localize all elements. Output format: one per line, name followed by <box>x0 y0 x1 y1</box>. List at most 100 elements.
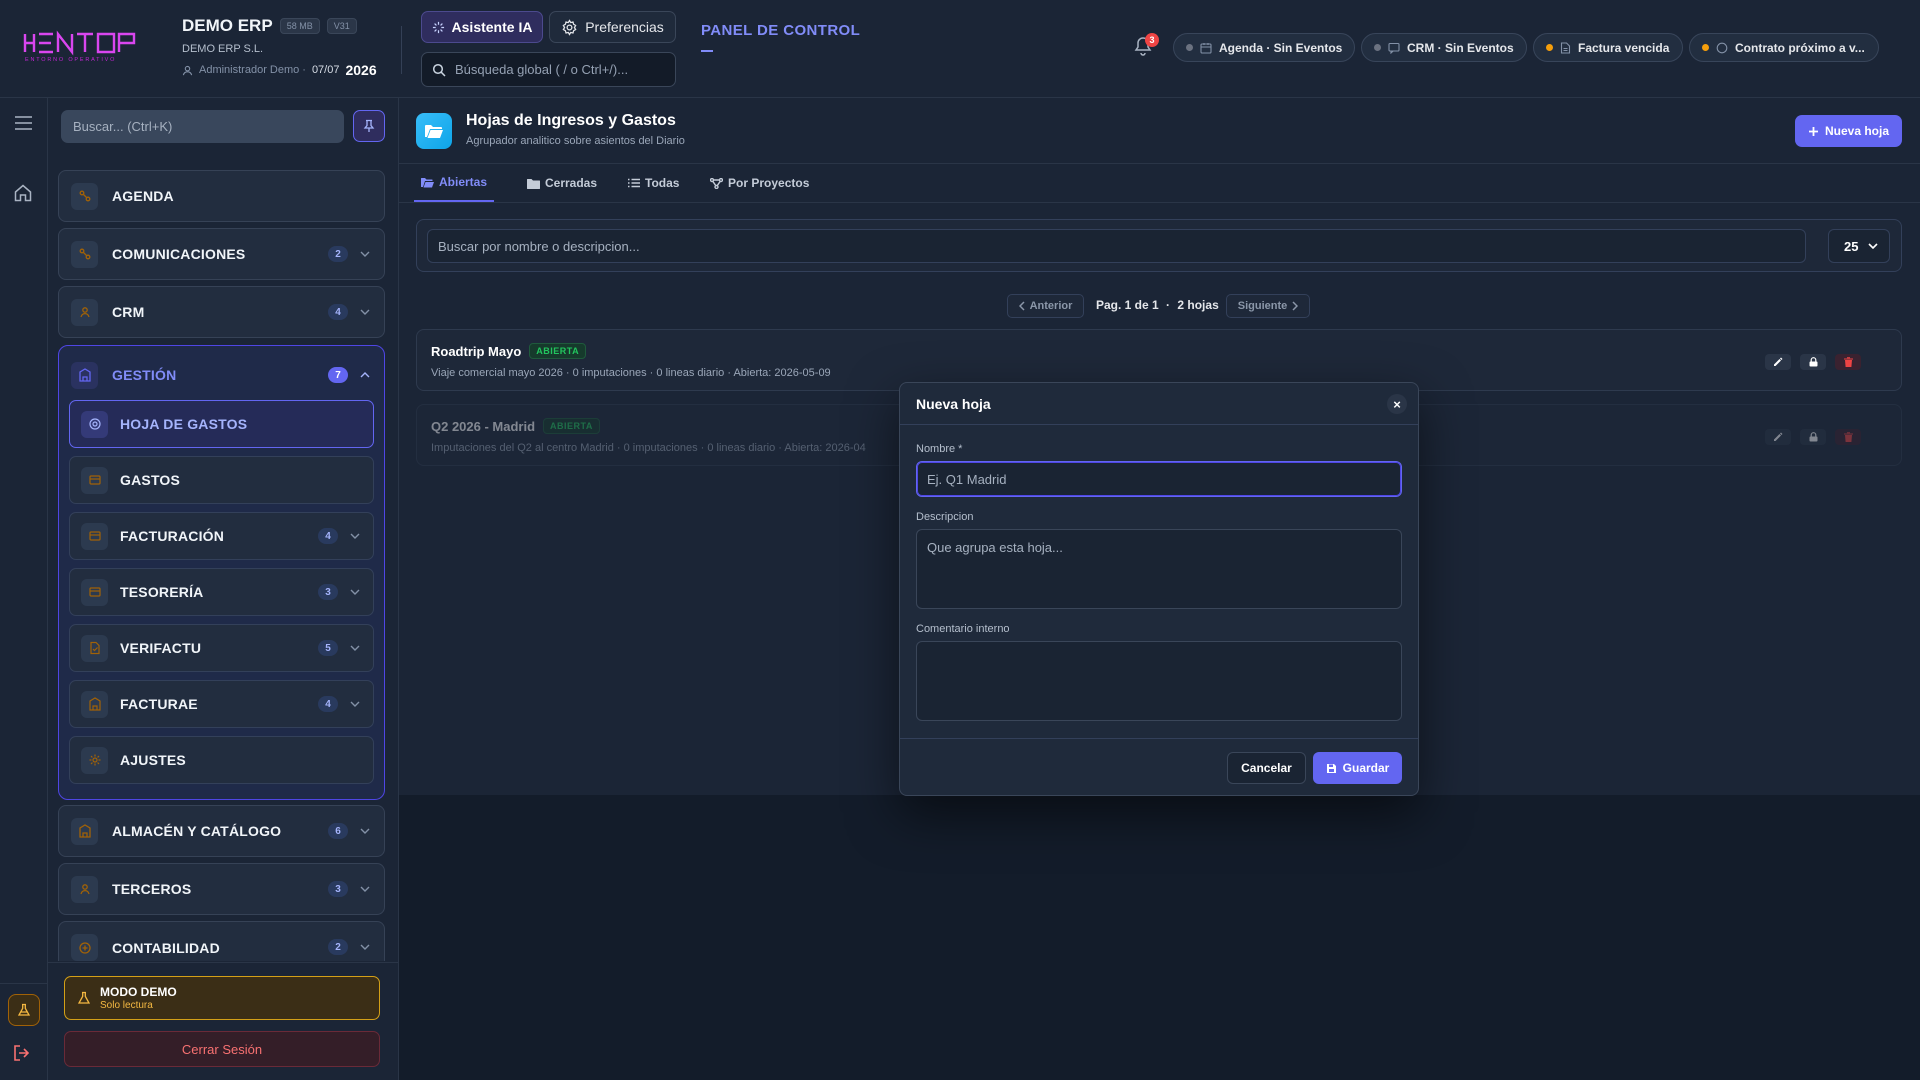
icon-rail <box>0 98 48 1080</box>
modal-close-button[interactable]: × <box>1387 394 1407 414</box>
sidebar-item-comunicaciones[interactable]: COMUNICACIONES 2 <box>58 228 385 280</box>
header-year[interactable]: 2026 <box>345 62 376 78</box>
filter-search-input[interactable] <box>427 229 1806 263</box>
trash-icon <box>1843 432 1853 442</box>
sidebar-subitem-facturacion[interactable]: FACTURACIÓN 4 <box>69 512 374 560</box>
logout-button[interactable]: Cerrar Sesión <box>64 1031 380 1067</box>
trash-icon <box>1843 357 1853 367</box>
sidebar-item-label: GESTIÓN <box>112 367 177 383</box>
sidebar-subitem-gastos[interactable]: GASTOS <box>69 456 374 504</box>
sidebar-item-almacen-catalogo[interactable]: ALMACÉN Y CATÁLOGO 6 <box>58 805 385 857</box>
sheet-description: Imputaciones del Q2 al centro Madrid · 0… <box>431 442 866 454</box>
crm-status-pill[interactable]: CRM · Sin Eventos <box>1361 33 1527 62</box>
app-title: DEMO ERP <box>182 16 273 35</box>
status-dot <box>1186 44 1193 51</box>
count-badge: 2 <box>328 246 348 262</box>
chevron-down-icon <box>358 828 372 834</box>
crm-status-label: CRM · Sin Eventos <box>1407 40 1514 55</box>
sidebar-subitem-tesoreria[interactable]: TESORERÍA 3 <box>69 568 374 616</box>
chevron-down-icon <box>358 309 372 315</box>
sidebar-subitem-facturae[interactable]: FACTURAE 4 <box>69 680 374 728</box>
nombre-input[interactable] <box>916 461 1402 497</box>
cancel-button[interactable]: Cancelar <box>1227 752 1306 784</box>
tab-abiertas[interactable]: Abiertas <box>414 164 494 202</box>
user-name[interactable]: Administrador Demo <box>199 64 299 76</box>
sidebar-subitem-ajustes[interactable]: AJUSTES <box>69 736 374 784</box>
panel-title[interactable]: PANEL DE CONTROL <box>701 22 860 39</box>
close-sheet-button[interactable] <box>1800 354 1826 370</box>
chat-icon <box>71 240 98 268</box>
contract-expiring-pill[interactable]: Contrato próximo a v... <box>1689 33 1879 62</box>
sidebar-subitem-label: VERIFACTU <box>120 640 202 656</box>
lock-icon <box>1809 357 1817 367</box>
building-icon <box>71 361 98 389</box>
pagination-prev-button[interactable]: Anterior <box>1007 294 1084 318</box>
warning-dot <box>1702 44 1709 51</box>
sheet-name: Q2 2026 - Madrid <box>431 418 536 434</box>
verifactu-icon <box>81 634 108 662</box>
chevron-down-icon <box>348 701 362 707</box>
comentario-textarea[interactable] <box>916 641 1402 721</box>
chevron-down-icon <box>348 589 362 595</box>
new-sheet-button[interactable]: Nueva hoja <box>1795 115 1902 147</box>
tab-label: Cerradas <box>545 176 598 190</box>
page-subtitle: Agrupador analitico sobre asientos del D… <box>466 135 685 147</box>
pagination-next-button[interactable]: Siguiente <box>1226 294 1310 318</box>
tab-todas[interactable]: Todas <box>628 164 679 202</box>
edit-button[interactable] <box>1765 354 1791 370</box>
close-sheet-button[interactable] <box>1800 429 1826 445</box>
tab-por-proyectos[interactable]: Por Proyectos <box>710 164 809 202</box>
sidebar-item-contabilidad[interactable]: CONTABILIDAD 2 <box>58 921 385 961</box>
save-button[interactable]: Guardar <box>1313 752 1402 784</box>
ai-assistant-button[interactable]: Asistente IA <box>421 11 543 43</box>
pin-icon <box>363 119 375 132</box>
pagination: Anterior Pag. 1 de 1 · 2 hojas Siguiente <box>399 294 1920 318</box>
global-search-input[interactable] <box>455 62 675 77</box>
app-logo[interactable]: ENTORNO OPERATIVO <box>22 29 142 63</box>
hamburger-icon <box>15 116 32 130</box>
delete-button[interactable] <box>1835 429 1861 445</box>
sidebar-item-terceros[interactable]: TERCEROS 3 <box>58 863 385 915</box>
descripcion-label: Descripcion <box>916 511 974 523</box>
sidebar-item-label: COMUNICACIONES <box>112 246 246 262</box>
flask-icon <box>78 991 90 1005</box>
sidebar-item-gestion[interactable]: GESTIÓN 7 <box>59 346 384 404</box>
settings-icon <box>81 746 108 774</box>
status-dot <box>1374 44 1381 51</box>
sidebar-item-agenda[interactable]: AGENDA <box>58 170 385 222</box>
sidebar-item-crm[interactable]: CRM 4 <box>58 286 385 338</box>
overdue-invoice-label: Factura vencida <box>1578 40 1670 55</box>
home-button[interactable] <box>13 183 33 203</box>
sidebar-search-input[interactable] <box>73 119 344 134</box>
pin-sidebar-button[interactable] <box>353 110 385 142</box>
delete-button[interactable] <box>1835 354 1861 370</box>
notification-count-badge: 3 <box>1145 33 1159 47</box>
page-title: Hojas de Ingresos y Gastos <box>466 112 676 129</box>
header-date: 07/07 <box>311 64 340 76</box>
tab-cerradas[interactable]: Cerradas <box>527 164 597 202</box>
pagination-prev-label: Anterior <box>1029 300 1073 312</box>
global-search <box>421 52 676 87</box>
facturae-icon <box>81 690 108 718</box>
menu-toggle-button[interactable] <box>14 115 33 131</box>
logout-icon <box>14 1045 30 1061</box>
gear-icon <box>561 18 578 36</box>
lock-icon <box>1809 432 1817 442</box>
demo-mode-button[interactable] <box>8 994 40 1026</box>
edit-button[interactable] <box>1765 429 1791 445</box>
sidebar-subitem-verifactu[interactable]: VERIFACTU 5 <box>69 624 374 672</box>
version-badge: V31 <box>326 18 357 34</box>
chat-icon <box>1388 42 1400 54</box>
descripcion-textarea[interactable] <box>916 529 1402 609</box>
chevron-left-icon <box>1018 301 1025 311</box>
save-icon <box>1326 763 1337 774</box>
sidebar-subitem-hoja-de-gastos[interactable]: HOJA DE GASTOS <box>69 400 374 448</box>
pagination-count: 2 hojas <box>1177 298 1219 312</box>
preferences-label: Preferencias <box>585 19 664 35</box>
logout-icon-button[interactable] <box>12 1043 32 1063</box>
sidebar-subitem-label: AJUSTES <box>120 752 186 768</box>
agenda-status-pill[interactable]: Agenda · Sin Eventos <box>1173 33 1355 62</box>
preferences-button[interactable]: Preferencias <box>549 11 676 43</box>
page-size-select[interactable]: 25 <box>1828 229 1890 263</box>
overdue-invoice-pill[interactable]: Factura vencida <box>1533 33 1683 62</box>
